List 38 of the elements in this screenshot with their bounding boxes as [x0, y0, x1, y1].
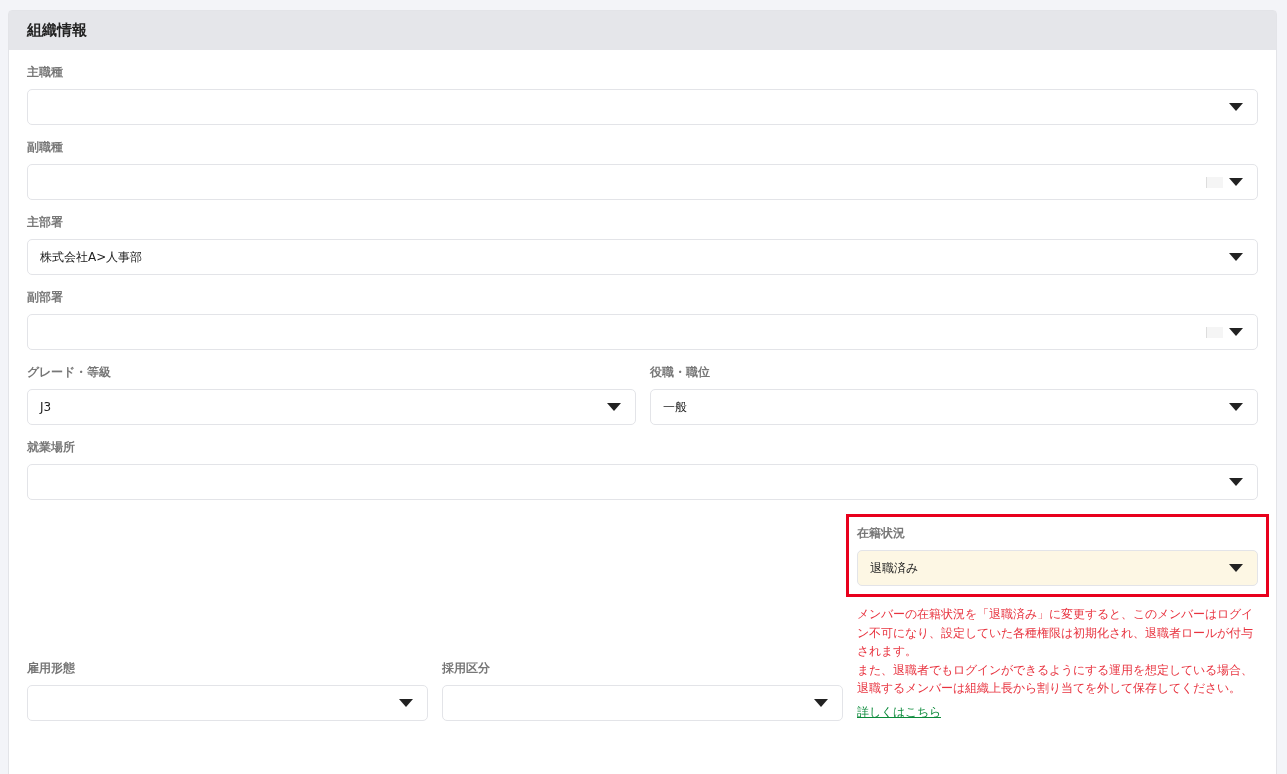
details-link[interactable]: 詳しくはこちら — [857, 703, 941, 721]
field-label: 雇用形態 — [27, 659, 76, 677]
dropdown-field[interactable] — [27, 684, 428, 721]
dropdown-caret-icon — [1229, 564, 1243, 572]
dropdown-value: 退職済み — [870, 559, 919, 577]
dropdown-caret-icon — [606, 403, 621, 411]
field-label: 副職種 — [27, 139, 64, 156]
dropdown-caret-icon — [1229, 478, 1243, 486]
field-label: 副部署 — [27, 289, 64, 306]
field-label: 主職種 — [27, 64, 64, 81]
dropdown-caret-icon — [1229, 103, 1243, 111]
dropdown-caret-icon — [399, 698, 413, 707]
dropdown-field[interactable]: J3 — [27, 389, 636, 425]
dropdown-caret-icon — [1229, 403, 1243, 411]
dropdown-field[interactable]: 一般 — [649, 389, 1258, 425]
dropdown-field[interactable]: 株式会社A>人事部 — [27, 239, 1258, 275]
dropdown-field[interactable] — [27, 314, 1258, 350]
dropdown-value: J3 — [40, 400, 53, 414]
field-label: グレード・等級 — [27, 364, 112, 381]
field-label: 在籍状況 — [857, 525, 906, 542]
dropdown-field[interactable] — [27, 164, 1258, 200]
dropdown-value: 一般 — [662, 398, 688, 416]
dropdown-caret-icon — [814, 698, 828, 707]
field-label: 就業場所 — [27, 439, 76, 456]
warning-text: メンバーの在籍状況を「退職済み」に変更すると、このメンバーはログイン不可になり、設定していた各種権限は初期化され、退職者ロールが付与されます。 — [857, 606, 1254, 660]
dropdown-caret-icon — [1229, 178, 1243, 186]
dropdown-field[interactable] — [27, 464, 1258, 500]
dropdown-caret-icon — [1229, 328, 1243, 336]
dropdown-caret-icon — [1229, 253, 1243, 261]
warning-text: また、退職者でもログインができるようにする運用を想定している場合、退職するメンバーは組織上長から割り当てを外して保存してください。 — [857, 661, 1254, 697]
dropdown-value: 株式会社A>人事部 — [40, 248, 144, 266]
field-label: 主部署 — [27, 214, 64, 231]
dropdown-field[interactable] — [27, 89, 1258, 125]
dropdown-field[interactable] — [442, 684, 843, 721]
dropdown-field[interactable]: 退職済み — [857, 550, 1258, 586]
field-label: 役職・職位 — [649, 364, 711, 381]
field-label: 採用区分 — [442, 659, 491, 677]
section-title: 組織情報 — [9, 11, 1276, 50]
